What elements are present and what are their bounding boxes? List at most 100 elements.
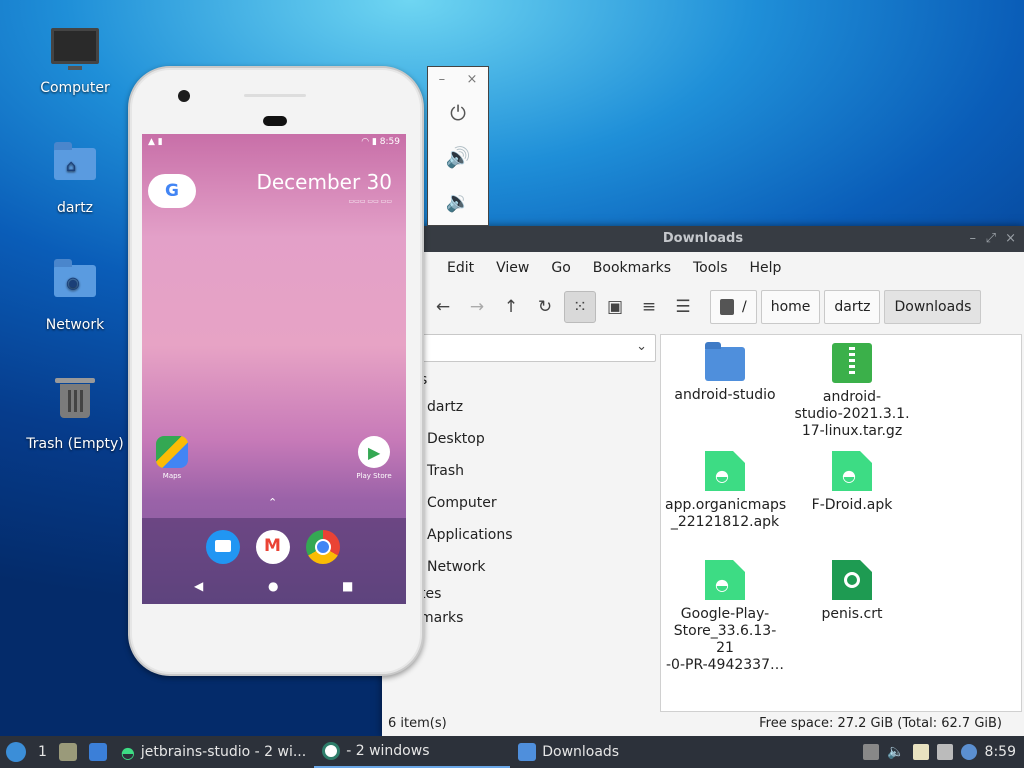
- file-item[interactable]: android- studio-2021.3.1. 17-linux.tar.g…: [792, 343, 912, 440]
- notification-icon[interactable]: [960, 744, 977, 760]
- menu-help[interactable]: Help: [739, 260, 793, 276]
- android-icon: ◓: [120, 742, 135, 762]
- taskbar-clock: 8:59: [984, 744, 1016, 760]
- file-item[interactable]: android-studio: [665, 342, 785, 404]
- system-tray: 🔈 8:59: [863, 744, 1024, 760]
- google-search-pill[interactable]: G: [148, 174, 196, 208]
- lubuntu-logo-icon: [6, 742, 26, 762]
- desktop-icon: [88, 743, 107, 761]
- volume-up-icon[interactable]: 🔊: [428, 135, 488, 179]
- file-item[interactable]: ◓ Google-Play- Store_33.6.13-21 -0-PR-49…: [665, 560, 785, 674]
- menu-view[interactable]: View: [485, 260, 540, 276]
- task-jetbrains-studio[interactable]: ◓ jetbrains-studio - 2 wi...: [113, 736, 314, 768]
- back-icon[interactable]: ←: [428, 292, 458, 322]
- emulator-control-panel: – × ⏻ 🔊 🔉: [427, 66, 489, 226]
- compact-view-icon[interactable]: ≡: [634, 292, 664, 322]
- forward-icon[interactable]: →: [462, 292, 492, 322]
- home-folder-icon: ⌂: [51, 142, 99, 196]
- menu-bookmarks[interactable]: Bookmarks: [582, 260, 682, 276]
- side-heading-bookmarks: marks: [420, 610, 464, 626]
- taskbar: 1 ◓ jetbrains-studio - 2 wi... - 2 windo…: [0, 736, 1024, 768]
- desktop-icon-label: dartz: [56, 200, 94, 216]
- detailed-view-icon[interactable]: ☰: [668, 292, 698, 322]
- reload-icon[interactable]: ↻: [530, 292, 560, 322]
- thumbnail-view-icon[interactable]: ▣: [600, 292, 630, 322]
- desktop-icon-dartz[interactable]: ⌂ dartz: [20, 138, 130, 216]
- breadcrumb: / home dartz Downloads: [710, 290, 982, 324]
- sidebar-item-applications[interactable]: Applications: [427, 527, 513, 543]
- network-tray-icon[interactable]: [936, 744, 953, 760]
- files-icon: [58, 743, 77, 761]
- free-space: Free space: 27.2 GiB (Total: 62.7 GiB): [759, 716, 1002, 731]
- sidebar-item-desktop[interactable]: Desktop: [427, 431, 485, 447]
- sidebar-item-computer[interactable]: Computer: [427, 495, 497, 511]
- apk-icon: ◓: [705, 560, 745, 600]
- chrome-icon[interactable]: [306, 530, 340, 564]
- sidebar-item-dartz[interactable]: dartz: [427, 399, 463, 415]
- desktop-icon-computer[interactable]: Computer: [20, 22, 130, 96]
- app-play-store[interactable]: ▶ Play Store: [354, 436, 394, 480]
- app-drawer-chevron-icon[interactable]: ⌃: [268, 496, 277, 509]
- menu-tools[interactable]: Tools: [682, 260, 739, 276]
- window-title: Downloads: [662, 231, 744, 246]
- menu-go[interactable]: Go: [540, 260, 581, 276]
- volume-icon[interactable]: 🔈: [887, 744, 904, 760]
- breadcrumb-home[interactable]: home: [760, 290, 821, 324]
- file-manager-launcher[interactable]: [53, 736, 83, 768]
- volume-down-icon[interactable]: 🔉: [428, 179, 488, 223]
- start-menu-button[interactable]: [0, 736, 32, 768]
- icon-view-icon[interactable]: ⁙: [564, 291, 596, 323]
- play-store-icon: ▶: [358, 436, 390, 468]
- nav-recents-icon[interactable]: ■: [342, 579, 353, 593]
- emulator-icon: [322, 742, 341, 760]
- desktop-icon-network[interactable]: ◉ Network: [20, 255, 130, 333]
- gmail-icon[interactable]: M: [256, 530, 290, 564]
- phone-screen[interactable]: ▲ ▮ ◠ ▮ 8:59 G December 30 ▭▭▭ ▭▭ ▭▭ Map…: [142, 134, 406, 604]
- menu-bar: Edit View Go Bookmarks Tools Help: [382, 252, 1024, 284]
- task-emulator[interactable]: - 2 windows: [314, 736, 511, 768]
- folder-icon: [518, 743, 537, 761]
- sidebar-item-network[interactable]: Network: [427, 559, 485, 575]
- computer-icon: [51, 28, 99, 76]
- item-count: 6 item(s): [388, 716, 447, 731]
- sidebar-item-trash[interactable]: Trash: [427, 463, 464, 479]
- power-icon[interactable]: ⏻: [428, 91, 488, 135]
- apk-icon: ◓: [705, 451, 745, 491]
- updates-icon[interactable]: [863, 744, 880, 760]
- maximize-icon[interactable]: ⤢: [986, 226, 996, 252]
- android-emulator-phone: ▲ ▮ ◠ ▮ 8:59 G December 30 ▭▭▭ ▭▭ ▭▭ Map…: [128, 66, 424, 676]
- file-manager-window: Downloads – ⤢ × Edit View Go Bookmarks T…: [382, 226, 1024, 736]
- close-icon[interactable]: ×: [1005, 226, 1016, 252]
- show-desktop-button[interactable]: [83, 736, 113, 768]
- window-titlebar[interactable]: Downloads – ⤢ ×: [382, 226, 1024, 252]
- home-date[interactable]: December 30: [256, 170, 392, 194]
- menu-edit[interactable]: Edit: [436, 260, 485, 276]
- file-item[interactable]: ◓ F-Droid.apk: [792, 451, 912, 514]
- messages-icon[interactable]: [206, 530, 240, 564]
- file-view[interactable]: android-studio android- studio-2021.3.1.…: [660, 334, 1022, 712]
- drive-icon: [720, 299, 734, 315]
- minimize-icon[interactable]: –: [970, 226, 977, 252]
- breadcrumb-downloads[interactable]: Downloads: [884, 290, 982, 324]
- apk-icon: ◓: [832, 451, 872, 491]
- up-icon[interactable]: ↑: [496, 292, 526, 322]
- file-item[interactable]: ◓ app.organicmaps _22121812.apk: [665, 451, 786, 531]
- emulator-close-button[interactable]: ×: [466, 72, 477, 87]
- emulator-minimize-button[interactable]: –: [439, 72, 446, 87]
- network-folder-icon: ◉: [51, 259, 99, 313]
- task-downloads[interactable]: Downloads: [510, 736, 722, 768]
- clipboard-icon[interactable]: [912, 744, 929, 760]
- file-item[interactable]: penis.crt: [792, 560, 912, 623]
- nav-back-icon[interactable]: ◀: [194, 579, 203, 593]
- folder-icon: [705, 342, 745, 381]
- nav-home-icon[interactable]: ●: [268, 579, 278, 593]
- workspace-switcher[interactable]: 1: [32, 736, 53, 768]
- breadcrumb-dartz[interactable]: dartz: [824, 290, 881, 324]
- desktop-icon-trash[interactable]: Trash (Empty): [20, 372, 130, 452]
- home-subdate: ▭▭▭ ▭▭ ▭▭: [348, 198, 393, 205]
- maps-icon: [156, 436, 188, 468]
- app-maps[interactable]: Maps: [152, 436, 192, 480]
- speaker-grille: [244, 94, 306, 97]
- breadcrumb-root[interactable]: /: [710, 290, 757, 324]
- battery-icon: ▮: [371, 137, 377, 147]
